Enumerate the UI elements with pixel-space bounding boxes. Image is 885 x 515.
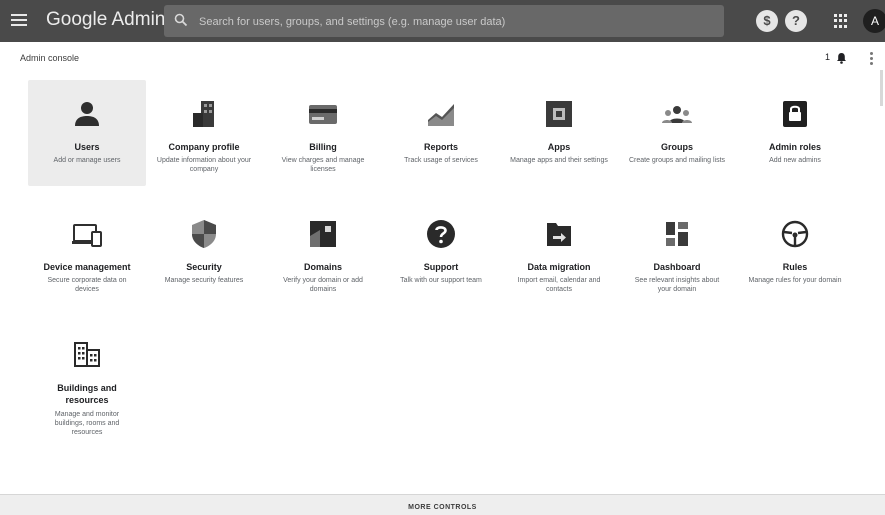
tile-description: Secure corporate data on devices: [47, 277, 127, 293]
tile-description: Create groups and mailing lists: [628, 157, 726, 164]
search-box[interactable]: [164, 5, 724, 37]
tile-dashboard[interactable]: Dashboard See relevant insights about yo…: [618, 200, 736, 306]
tile-description: Manage security features: [164, 277, 244, 284]
tile-title: Domains: [303, 262, 342, 272]
tile-title: Data migration: [527, 262, 591, 272]
tile-buildings-and-resources[interactable]: Buildings and resources Manage and monit…: [28, 320, 146, 450]
tile-billing[interactable]: Billing View charges and manage licenses: [264, 80, 382, 186]
search-icon: [174, 13, 188, 27]
tile-data-migration[interactable]: Data migration Import email, calendar an…: [500, 200, 618, 306]
groups-icon: [662, 106, 692, 123]
tile-title: Support: [423, 262, 459, 272]
top-app-bar: Google Admin $ ? A: [0, 0, 885, 42]
breadcrumb: Admin console: [20, 53, 80, 63]
steering-wheel-icon: [781, 220, 809, 248]
tile-description: Track usage of services: [404, 157, 478, 164]
credit-card-icon: [309, 105, 337, 124]
tile-users[interactable]: Users Add or manage users: [28, 80, 146, 186]
migration-icon: [547, 223, 571, 246]
apps-grid-icon[interactable]: [834, 14, 848, 28]
more-controls-bar[interactable]: MORE CONTROLS: [0, 494, 885, 515]
more-vert-icon[interactable]: [870, 52, 874, 66]
scrollbar-thumb[interactable]: [880, 70, 883, 106]
tile-title: Security: [186, 262, 222, 272]
domain-icon: [310, 221, 336, 247]
tile-title: Billing: [309, 142, 337, 152]
tile-title: Groups: [660, 142, 693, 152]
tile-title: Buildings and resources: [57, 383, 117, 405]
tile-title: Reports: [423, 142, 458, 152]
tile-description: Manage and monitor buildings, rooms and …: [54, 411, 120, 436]
tile-security[interactable]: Security Manage security features: [145, 200, 263, 306]
tile-description: View charges and manage licenses: [281, 157, 365, 173]
help-icon[interactable]: ?: [785, 10, 807, 32]
tile-groups[interactable]: Groups Create groups and mailing lists: [618, 80, 736, 186]
dashboard-icon: [666, 222, 688, 246]
tile-title: Dashboard: [653, 262, 701, 272]
tile-description: Add or manage users: [53, 157, 121, 164]
devices-icon: [72, 224, 102, 247]
tile-company-profile[interactable]: Company profile Update information about…: [145, 80, 263, 186]
tile-apps[interactable]: Apps Manage apps and their settings: [500, 80, 618, 186]
tile-description: Verify your domain or add domains: [283, 277, 363, 293]
tile-description: Update information about your company: [156, 157, 252, 173]
lock-icon: [783, 101, 807, 127]
help-circle-icon: [427, 220, 455, 248]
chart-icon: [428, 104, 454, 126]
tile-support[interactable]: Support Talk with our support team: [382, 200, 500, 306]
tile-title: Apps: [547, 142, 571, 152]
tile-title: Admin roles: [768, 142, 821, 152]
bell-icon[interactable]: [836, 52, 847, 64]
tile-description: Manage rules for your domain: [748, 277, 842, 284]
buildings-icon: [74, 342, 100, 367]
tile-title: Company profile: [168, 142, 240, 152]
building-icon: [193, 101, 214, 127]
billing-dollar-icon[interactable]: $: [756, 10, 778, 32]
tile-description: Manage apps and their settings: [510, 157, 608, 164]
tile-title: Device management: [43, 262, 131, 272]
notification-count: 1: [825, 52, 831, 62]
shield-icon: [192, 220, 216, 248]
brand-title[interactable]: Google Admin: [46, 9, 165, 31]
tile-description: Add new admins: [769, 157, 821, 164]
apps-icon: [546, 101, 572, 127]
tile-description: Talk with our support team: [400, 277, 482, 284]
tile-rules[interactable]: Rules Manage rules for your domain: [736, 200, 854, 306]
menu-icon[interactable]: [9, 12, 29, 30]
tile-device-management[interactable]: Device management Secure corporate data …: [28, 200, 146, 306]
avatar[interactable]: A: [863, 9, 885, 33]
tile-reports[interactable]: Reports Track usage of services: [382, 80, 500, 186]
tile-title: Users: [74, 142, 100, 152]
tile-domains[interactable]: Domains Verify your domain or add domain…: [264, 200, 382, 306]
more-controls-button[interactable]: MORE CONTROLS: [0, 504, 885, 511]
tile-title: Rules: [782, 262, 808, 272]
tile-description: Import email, calendar and contacts: [517, 277, 601, 293]
search-input[interactable]: [197, 12, 721, 32]
person-icon: [75, 102, 99, 126]
tile-description: See relevant insights about your domain: [634, 277, 720, 293]
tile-admin-roles[interactable]: Admin roles Add new admins: [736, 80, 854, 186]
